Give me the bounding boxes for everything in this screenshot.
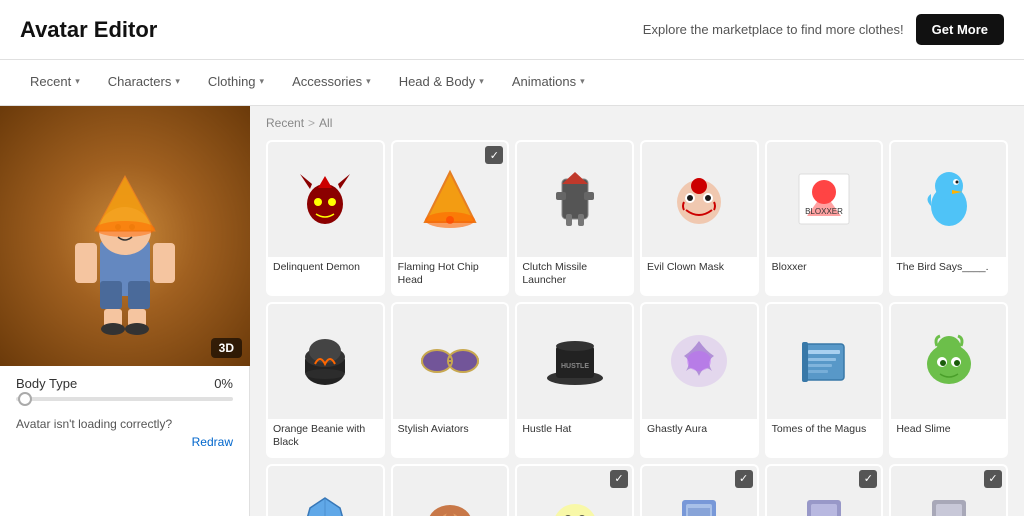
item-row3a[interactable] xyxy=(266,464,385,516)
item-image-row3d: ✓ xyxy=(642,466,757,516)
item-label-clutch-missile: Clutch Missile Launcher xyxy=(517,257,632,294)
item-tomes-magus[interactable]: Tomes of the Magus xyxy=(765,302,884,458)
tab-animations[interactable]: Animations ▾ xyxy=(498,60,599,105)
item-row3d[interactable]: ✓ xyxy=(640,464,759,516)
3d-badge: 3D xyxy=(211,338,242,358)
item-bird-says[interactable]: The Bird Says____. xyxy=(889,140,1008,296)
get-more-button[interactable]: Get More xyxy=(916,14,1004,45)
item-image-orange-beanie xyxy=(268,304,383,419)
chevron-down-icon: ▾ xyxy=(366,76,371,87)
item-label-tomes-magus: Tomes of the Magus xyxy=(767,419,882,443)
items-panel: Recent > All Delinquent Demon ↓✓Flaming H… xyxy=(250,106,1024,516)
item-image-flaming-chip: ↓✓ xyxy=(393,142,508,257)
body-type-label: Body Type xyxy=(16,376,77,391)
avatar-error-text: Avatar isn't loading correctly? xyxy=(0,409,249,435)
item-checkmark-icon: ✓ xyxy=(984,470,1002,488)
svg-text:HUSTLE: HUSTLE xyxy=(561,363,589,370)
breadcrumb-parent[interactable]: Recent xyxy=(266,116,304,130)
body-type-value: 0% xyxy=(214,376,233,391)
promo-text: Explore the marketplace to find more clo… xyxy=(643,22,904,37)
breadcrumb-separator: > xyxy=(308,116,315,130)
tab-clothing[interactable]: Clothing ▾ xyxy=(194,60,278,105)
item-image-stylish-aviators xyxy=(393,304,508,419)
item-label-bird-says: The Bird Says____. xyxy=(891,257,1006,281)
chevron-down-icon: ▾ xyxy=(175,76,180,87)
item-label-evil-clown: Evil Clown Mask xyxy=(642,257,757,281)
item-label-ghastly-aura: Ghastly Aura xyxy=(642,419,757,443)
chevron-down-icon: ▾ xyxy=(260,76,265,87)
item-image-tomes-magus xyxy=(767,304,882,419)
item-flaming-chip[interactable]: ↓✓Flaming Hot Chip Head xyxy=(391,140,510,296)
item-image-head-slime xyxy=(891,304,1006,419)
item-image-bird-says xyxy=(891,142,1006,257)
item-label-orange-beanie: Orange Beanie with Black xyxy=(268,419,383,456)
item-label-hustle-hat: Hustle Hat xyxy=(517,419,632,443)
item-delinquent-demon[interactable]: Delinquent Demon xyxy=(266,140,385,296)
breadcrumb: Recent > All xyxy=(266,116,1008,130)
item-row3b[interactable] xyxy=(391,464,510,516)
item-label-flaming-chip: Flaming Hot Chip Head xyxy=(393,257,508,294)
page-title: Avatar Editor xyxy=(20,17,157,43)
item-head-slime[interactable]: Head Slime xyxy=(889,302,1008,458)
avatar-preview: 3D xyxy=(0,106,250,366)
chevron-down-icon: ▾ xyxy=(479,76,484,87)
tab-characters[interactable]: Characters ▾ xyxy=(94,60,194,105)
item-checkmark-icon: ✓ xyxy=(610,470,628,488)
item-bloxxer[interactable]: BLOXXER Bloxxer xyxy=(765,140,884,296)
chevron-down-icon: ▾ xyxy=(580,76,585,87)
item-label-bloxxer: Bloxxer xyxy=(767,257,882,281)
nav-tabs: Recent ▾ Characters ▾ Clothing ▾ Accesso… xyxy=(0,60,1024,106)
chevron-down-icon: ▾ xyxy=(75,76,80,87)
avatar-character xyxy=(55,131,195,341)
item-image-ghastly-aura xyxy=(642,304,757,419)
item-orange-beanie[interactable]: Orange Beanie with Black xyxy=(266,302,385,458)
item-row3f[interactable]: ✓ xyxy=(889,464,1008,516)
body-type-slider-track xyxy=(16,397,233,401)
item-checkmark-icon: ✓ xyxy=(485,146,503,164)
tab-head-body[interactable]: Head & Body ▾ xyxy=(385,60,498,105)
item-image-hustle-hat: HUSTLE xyxy=(517,304,632,419)
item-checkmark-icon: ✓ xyxy=(735,470,753,488)
item-row3e[interactable]: ✓ xyxy=(765,464,884,516)
item-label-head-slime: Head Slime xyxy=(891,419,1006,443)
item-row3c[interactable]: ✓ xyxy=(515,464,634,516)
item-image-evil-clown xyxy=(642,142,757,257)
item-image-bloxxer: BLOXXER xyxy=(767,142,882,257)
item-checkmark-icon: ✓ xyxy=(859,470,877,488)
item-label-delinquent-demon: Delinquent Demon xyxy=(268,257,383,281)
item-image-delinquent-demon xyxy=(268,142,383,257)
item-ghastly-aura[interactable]: Ghastly Aura xyxy=(640,302,759,458)
redraw-button[interactable]: Redraw xyxy=(0,435,249,457)
tab-accessories[interactable]: Accessories ▾ xyxy=(278,60,385,105)
breadcrumb-current: All xyxy=(319,116,332,130)
item-stylish-aviators[interactable]: Stylish Aviators xyxy=(391,302,510,458)
body-type-slider-thumb[interactable] xyxy=(18,392,32,406)
item-clutch-missile[interactable]: Clutch Missile Launcher xyxy=(515,140,634,296)
tab-recent[interactable]: Recent ▾ xyxy=(16,60,94,105)
item-image-clutch-missile xyxy=(517,142,632,257)
item-image-row3a xyxy=(268,466,383,516)
svg-text:BLOXXER: BLOXXER xyxy=(805,207,843,216)
item-image-row3b xyxy=(393,466,508,516)
item-evil-clown[interactable]: Evil Clown Mask xyxy=(640,140,759,296)
item-hustle-hat[interactable]: HUSTLE Hustle Hat xyxy=(515,302,634,458)
item-image-row3e: ✓ xyxy=(767,466,882,516)
items-grid: Delinquent Demon ↓✓Flaming Hot Chip HeadC… xyxy=(266,140,1008,516)
item-image-row3f: ✓ xyxy=(891,466,1006,516)
item-label-stylish-aviators: Stylish Aviators xyxy=(393,419,508,443)
item-image-row3c: ✓ xyxy=(517,466,632,516)
